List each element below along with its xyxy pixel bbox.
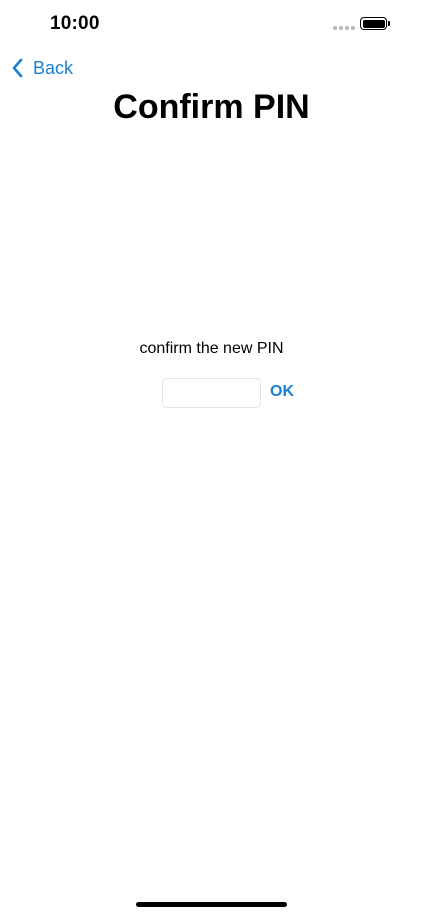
page-title: Confirm PIN: [113, 88, 310, 126]
signal-dots-icon: [333, 26, 355, 30]
chevron-left-icon: [12, 58, 23, 78]
back-label: Back: [33, 57, 74, 78]
ok-button[interactable]: OK: [270, 383, 294, 401]
status-bar: 10:00: [0, 0, 423, 50]
pin-input[interactable]: [162, 378, 261, 408]
status-time: 10:00: [50, 13, 100, 34]
battery-cap: [388, 21, 390, 26]
home-indicator[interactable]: [136, 902, 287, 907]
battery-full-icon: [360, 17, 387, 30]
back-button[interactable]: Back: [10, 56, 73, 80]
pin-prompt: confirm the new PIN: [139, 340, 284, 357]
